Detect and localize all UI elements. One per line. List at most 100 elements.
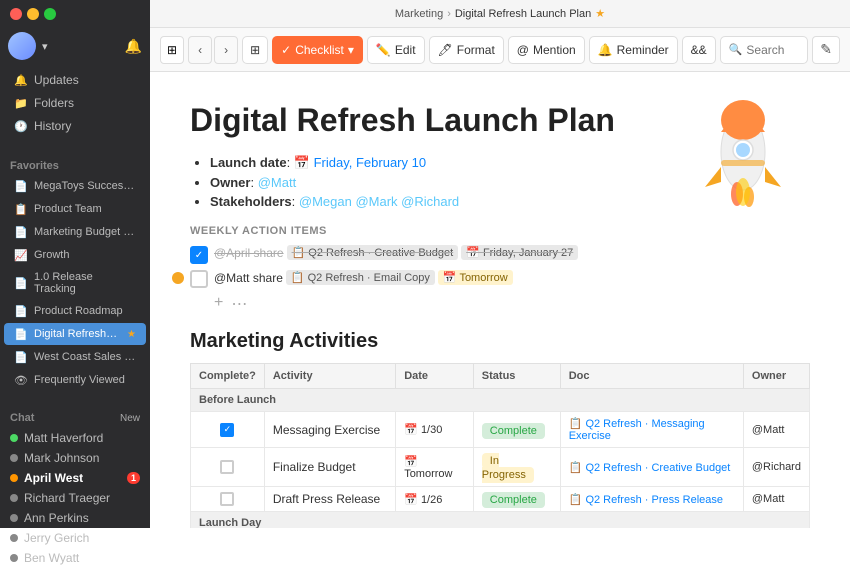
doc-icon: 📄 [14, 327, 28, 341]
offline-dot [10, 554, 18, 562]
chat-new-label[interactable]: New [120, 413, 140, 424]
avatar[interactable] [8, 32, 36, 60]
sidebar-item-megatoys[interactable]: 📄 MegaToys Success Plan [4, 175, 146, 197]
sidebar-item-product-roadmap[interactable]: 📄 Product Roadmap [4, 300, 146, 322]
chat-item-label: April West [24, 471, 83, 485]
chat-item-matt[interactable]: Matt Haverford [0, 428, 150, 448]
offline-dot [10, 514, 18, 522]
activity-cell: Draft Press Release [264, 487, 395, 512]
history-icon: 🕐 [14, 119, 28, 133]
title-star-icon: ★ [595, 7, 605, 20]
edit-icon: ✏️ [376, 43, 391, 57]
chat-item-label: Ann Perkins [24, 511, 89, 525]
document-area: Digital Refresh Launch Plan Launch date:… [150, 72, 850, 528]
doc-link[interactable]: 📋 Q2 Refresh · Press Release [569, 493, 735, 506]
sidebar-item-growth[interactable]: 📈 Growth [4, 244, 146, 266]
window-controls [0, 0, 150, 24]
checkbox-checked[interactable]: ✓ [190, 246, 208, 264]
doc-link[interactable]: 📋 Q2 Refresh · Messaging Exercise [569, 417, 735, 442]
minimize-button[interactable] [27, 8, 39, 20]
checklist-icon: ✓ [281, 43, 291, 57]
view-toggle-button[interactable]: ⊞ [242, 36, 268, 64]
sidebar-item-label: Product Roadmap [34, 305, 123, 317]
sidebar-item-frequently-viewed[interactable]: 👁 Frequently Viewed [4, 369, 146, 391]
section-launch-day: Launch Day [191, 512, 810, 529]
search-box[interactable]: 🔍 [720, 36, 809, 64]
edit-button[interactable]: ✏️ Edit [367, 36, 425, 64]
checklist-item-text-2: @Matt share 📋 Q2 Refresh · Email Copy 📅 … [214, 270, 513, 285]
sidebar-item-label: Updates [34, 73, 79, 87]
format-button[interactable]: 🖊 Format [429, 36, 504, 64]
folders-icon: 📁 [14, 96, 28, 110]
chat-item-april[interactable]: April West 1 [0, 468, 150, 488]
format-icon: 🖊 [438, 43, 453, 57]
doc-cell: 📋 Q2 Refresh · Creative Budget [560, 448, 743, 487]
meta-stakeholders: Stakeholders: @Megan @Mark @Richard [210, 194, 810, 209]
activity-cell: Messaging Exercise [264, 412, 395, 448]
sidebar-item-product-team[interactable]: 📋 Product Team [4, 198, 146, 220]
chat-item-mark[interactable]: Mark Johnson [0, 448, 150, 468]
table-row: ✓ Messaging Exercise 📅 1/30 Complete 📋 Q… [191, 412, 810, 448]
table-row: Finalize Budget 📅 Tomorrow In Progress 📋… [191, 448, 810, 487]
star-icon: ★ [127, 329, 136, 340]
doc-icon: 📄 [14, 350, 28, 364]
doc-link[interactable]: 📋 Q2 Refresh · Creative Budget [569, 461, 735, 474]
chat-header: Chat New [0, 408, 150, 428]
warning-dot [172, 272, 184, 284]
add-checklist-icon[interactable]: + [214, 294, 223, 314]
checklist-more-icon[interactable]: ⋯ [231, 294, 247, 314]
doc-icon: 📄 [14, 225, 28, 239]
checklist-item-2: @Matt share 📋 Q2 Refresh · Email Copy 📅 … [190, 270, 810, 288]
nav-back-button[interactable]: ‹ [188, 36, 212, 64]
maximize-button[interactable] [44, 8, 56, 20]
sidebar-item-label: West Coast Sales Upd... [34, 351, 136, 363]
sidebar-item-release-tracking[interactable]: 📄 1.0 Release Tracking [4, 267, 146, 299]
reminder-button[interactable]: 🔔 Reminder [589, 36, 678, 64]
main-content: Marketing › Digital Refresh Launch Plan … [150, 0, 850, 528]
status-cell: Complete [473, 487, 560, 512]
check-icon: ✓ [195, 250, 203, 261]
offline-dot [10, 494, 18, 502]
status-badge: Complete [482, 423, 545, 439]
chat-item-label: Ben Wyatt [24, 551, 79, 565]
row-checkbox-empty[interactable] [220, 492, 234, 506]
sidebar-item-folders[interactable]: 📁 Folders [4, 92, 146, 114]
row-checkbox-checked[interactable]: ✓ [220, 423, 234, 437]
toolbar: ⊞ ‹ › ⊞ ✓ Checklist ▾ ✏️ Edit 🖊 Format @… [150, 28, 850, 72]
chat-item-ben[interactable]: Ben Wyatt [0, 548, 150, 568]
sidebar-item-digital-refresh[interactable]: 📄 Digital Refresh La... ★ [4, 323, 146, 345]
chat-item-ann[interactable]: Ann Perkins [0, 508, 150, 528]
status-badge: In Progress [482, 453, 534, 483]
chat-item-richard[interactable]: Richard Traeger [0, 488, 150, 508]
mention-button[interactable]: @ Mention [508, 36, 585, 64]
col-owner: Owner [743, 364, 809, 389]
sidebar-item-label: Product Team [34, 203, 102, 215]
checkbox-empty[interactable] [190, 270, 208, 288]
sidebar-item-updates[interactable]: 🔔 Updates [4, 69, 146, 91]
sidebar-nav: 🔔 Updates 📁 Folders 🕐 History [0, 64, 150, 142]
sidebar-item-west-coast[interactable]: 📄 West Coast Sales Upd... [4, 346, 146, 368]
page-icon-button[interactable]: ⊞ [160, 36, 184, 64]
table-row: Draft Press Release 📅 1/26 Complete 📋 Q2… [191, 487, 810, 512]
compose-button[interactable]: ✎ [812, 36, 840, 64]
section-label: Before Launch [191, 389, 810, 412]
sidebar-item-history[interactable]: 🕐 History [4, 115, 146, 137]
chat-label: Chat [10, 412, 34, 424]
chat-item-label: Richard Traeger [24, 491, 110, 505]
checklist-button[interactable]: ✓ Checklist ▾ [272, 36, 363, 64]
close-button[interactable] [10, 8, 22, 20]
offline-dot [10, 454, 18, 462]
chat-item-jerry[interactable]: Jerry Gerich [0, 528, 150, 548]
sidebar-item-label: Marketing Budget Re... [34, 226, 136, 238]
search-input[interactable] [746, 43, 806, 57]
row-checkbox-empty[interactable] [220, 460, 234, 474]
sidebar-item-label: Growth [34, 249, 69, 261]
nav-forward-button[interactable]: › [214, 36, 238, 64]
more-button[interactable]: && [682, 36, 716, 64]
sidebar-item-marketing-budget[interactable]: 📄 Marketing Budget Re... [4, 221, 146, 243]
table-title: Marketing Activities [190, 330, 810, 353]
complete-cell [191, 448, 265, 487]
checklist-actions: + ⋯ [190, 294, 810, 314]
notification-bell-icon[interactable]: 🔔 [125, 38, 142, 55]
doc-title: Digital Refresh Launch Plan [190, 102, 810, 139]
